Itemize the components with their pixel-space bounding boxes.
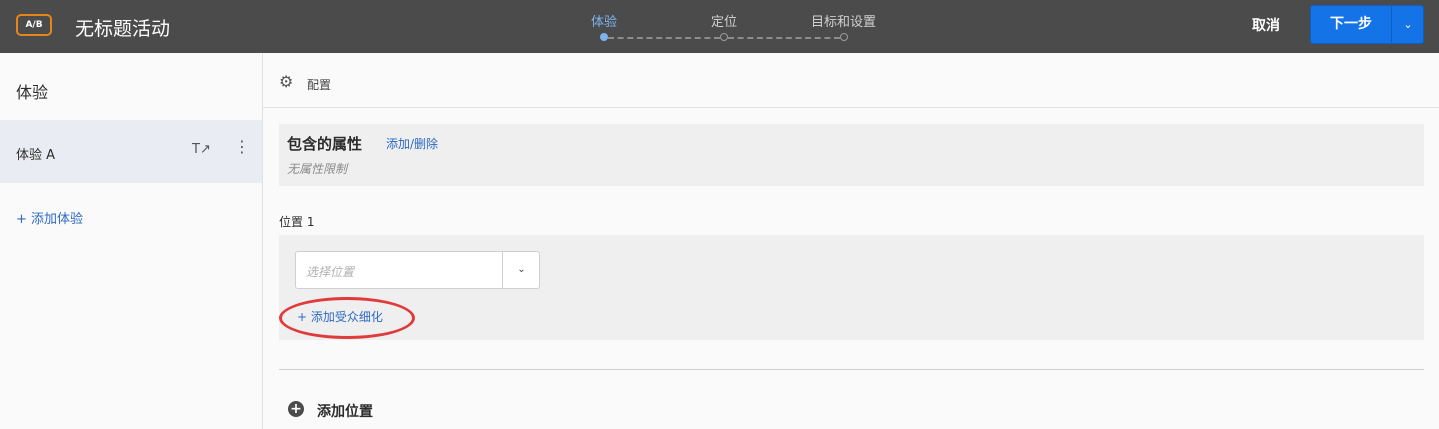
plus-circle-icon[interactable]: + [288,401,304,417]
config-bar: ⚙ 配置 [263,53,1439,108]
experience-item-a[interactable]: 体验 A T↗ ⋮ [0,120,262,183]
included-attributes-panel: 包含的属性 添加/删除 无属性限制 [279,124,1424,186]
rename-icon[interactable]: T↗ [192,142,211,157]
chevron-down-icon[interactable]: ⌄ [503,252,540,288]
more-options-icon[interactable]: ⋮ [234,139,250,155]
add-location-button[interactable]: 添加位置 [317,401,373,421]
next-button[interactable]: 下一步 [1311,6,1391,43]
top-bar: A/B 无标题活动 体验 定位 目标和设置 取消 下一步 ⌄ [0,0,1439,53]
step-dot [720,33,728,41]
step-experience[interactable]: 体验 [591,11,617,30]
sidebar-title: 体验 [16,83,49,102]
experience-sidebar: 体验 体验 A T↗ ⋮ + 添加体验 [0,53,263,429]
step-connector [728,37,840,39]
experience-label: 体验 A [16,148,56,163]
activity-title[interactable]: 无标题活动 [75,14,170,41]
ab-activity-badge: A/B [16,14,52,36]
location-select[interactable]: 选择位置 ⌄ [295,251,540,289]
step-dot [840,33,848,41]
next-button-group: 下一步 ⌄ [1310,5,1424,44]
add-audience-refinement-link[interactable]: + 添加受众细化 [297,308,383,325]
divider [279,369,1424,370]
step-targeting[interactable]: 定位 [711,11,737,30]
step-goals-settings[interactable]: 目标和设置 [811,11,876,30]
config-label[interactable]: 配置 [307,76,331,93]
add-remove-attributes-link[interactable]: 添加/删除 [386,135,438,152]
attributes-title: 包含的属性 [287,135,363,153]
add-experience-link[interactable]: + 添加体验 [16,208,83,227]
location-placeholder: 选择位置 [306,265,355,279]
gear-icon[interactable]: ⚙ [279,74,293,90]
step-connector [608,37,720,39]
location-panel: 选择位置 ⌄ + 添加受众细化 [279,235,1424,340]
location-label: 位置 1 [279,215,315,229]
main-content: ⚙ 配置 包含的属性 添加/删除 无属性限制 位置 1 选择位置 ⌄ + 添加受… [263,53,1439,429]
chevron-down-icon[interactable]: ⌄ [1392,6,1424,43]
cancel-button[interactable]: 取消 [1252,15,1280,35]
attributes-subtitle: 无属性限制 [287,162,348,176]
step-dot-active [600,33,608,41]
